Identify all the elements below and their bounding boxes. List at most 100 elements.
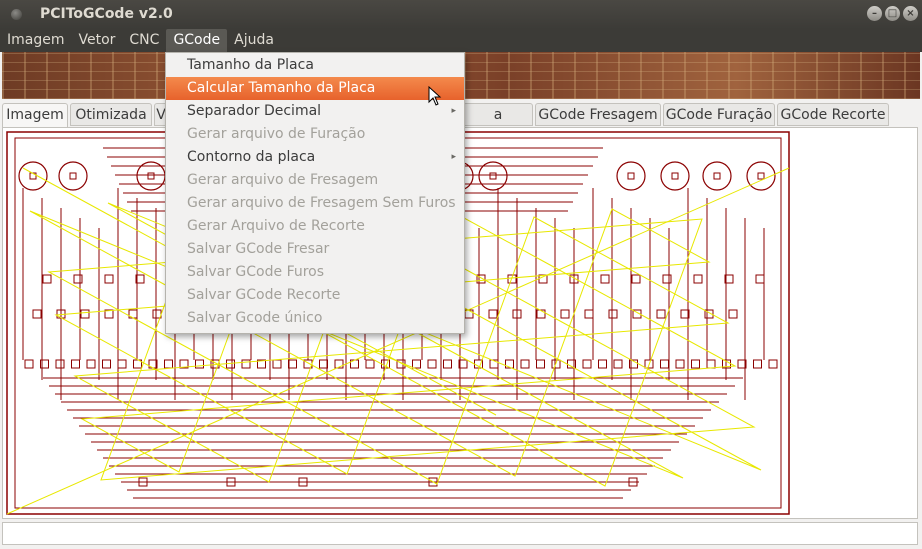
menu-item-gerar-arquivo-de-fresagem-sem-furos: Gerar arquivo de Fresagem Sem Furos	[166, 192, 464, 215]
square-pad	[560, 309, 570, 319]
square-pad	[536, 309, 546, 319]
square-pad	[755, 274, 765, 284]
submenu-arrow-icon: ▸	[451, 106, 456, 116]
square-pad	[675, 359, 685, 369]
square-pad	[582, 359, 592, 369]
menu-item-salvar-gcode-furos: Salvar GCode Furos	[166, 261, 464, 284]
square-pad	[24, 359, 34, 369]
tab-furacao[interactable]: a Furaçao	[463, 103, 533, 146]
square-pad	[662, 274, 672, 284]
square-pad	[536, 359, 545, 369]
menu-item-label: Gerar arquivo de Fresagem	[187, 172, 379, 188]
tab-imagem[interactable]: Imagem	[2, 103, 68, 128]
menu-item-gerar-arquivo-de-recorte: Gerar Arquivo de Recorte	[166, 215, 464, 238]
square-pad	[272, 359, 282, 369]
square-pad	[365, 359, 375, 369]
gcode-dropdown-menu: Tamanho da Placa Calcular Tamanho da Plac…	[165, 52, 465, 334]
pad-hole	[147, 172, 155, 180]
square-pad	[691, 359, 700, 369]
menu-item-contorno-da-placa[interactable]: Contorno da placa ▸	[166, 146, 464, 169]
square-pad	[753, 359, 762, 369]
status-bar	[2, 522, 918, 545]
square-pad	[55, 359, 65, 369]
tab-gcode-recorte[interactable]: GCode Recorte	[777, 103, 889, 126]
square-pad	[660, 359, 669, 369]
square-pad	[706, 359, 716, 369]
pad-hole	[627, 172, 635, 180]
menu-item-label: Separador Decimal	[187, 103, 322, 119]
menu-item-label: Salvar GCode Recorte	[187, 287, 341, 303]
square-pad	[73, 274, 83, 284]
square-pad	[102, 359, 111, 369]
square-pad	[319, 359, 328, 369]
square-pad	[656, 309, 666, 319]
square-pad	[693, 274, 703, 284]
square-pad	[584, 309, 594, 319]
square-pad	[412, 359, 421, 369]
square-pad	[631, 274, 641, 284]
square-pad	[728, 309, 738, 319]
menu-item-label: Salvar GCode Fresar	[187, 241, 330, 257]
square-pad	[117, 359, 127, 369]
minimize-icon[interactable]: –	[867, 6, 882, 21]
menu-gcode[interactable]: GCode	[166, 29, 228, 52]
square-pad	[613, 359, 623, 369]
square-pad	[32, 309, 42, 319]
tab-gcode-fresagem[interactable]: GCode Fresagem	[535, 103, 661, 126]
menu-ajuda[interactable]: Ajuda	[227, 29, 281, 52]
square-pad	[195, 359, 204, 369]
menu-item-gerar-arquivo-de-furacao: Gerar arquivo de Furação	[166, 123, 464, 146]
square-pad	[42, 274, 52, 284]
menu-imagem[interactable]: Imagem	[0, 29, 71, 52]
menu-item-label: Tamanho da Placa	[187, 57, 314, 73]
square-pad	[488, 309, 498, 319]
menu-item-label: Gerar Arquivo de Recorte	[187, 218, 365, 234]
menu-item-gerar-arquivo-de-fresagem: Gerar arquivo de Fresagem	[166, 169, 464, 192]
square-pad	[600, 274, 610, 284]
square-pad	[86, 359, 96, 369]
menu-item-label: Gerar arquivo de Fresagem Sem Furos	[187, 195, 456, 211]
square-pad	[427, 359, 437, 369]
square-pad	[164, 359, 173, 369]
pad-hole	[713, 172, 721, 180]
menu-bar: Imagem Vetor CNC GCode Ajuda	[0, 29, 922, 52]
mouse-cursor-icon	[428, 86, 442, 106]
tab-otimizada[interactable]: Otimizada	[70, 103, 152, 126]
close-icon[interactable]: ×	[903, 6, 918, 21]
menu-item-tamanho-da-placa[interactable]: Tamanho da Placa	[166, 54, 464, 77]
maximize-icon[interactable]: □	[885, 6, 900, 21]
menu-item-separador-decimal[interactable]: Separador Decimal ▸	[166, 100, 464, 123]
round-pad	[660, 161, 690, 191]
menu-item-calcular-tamanho-da-placa[interactable]: Calcular Tamanho da Placa	[166, 77, 464, 100]
pad-hole	[757, 172, 765, 180]
menu-item-label: Salvar GCode Furos	[187, 264, 325, 280]
round-pad	[702, 161, 732, 191]
square-pad	[520, 359, 530, 369]
menu-item-label: Calcular Tamanho da Placa	[187, 80, 376, 96]
square-pad	[608, 309, 618, 319]
pad-hole	[489, 172, 497, 180]
menu-item-salvar-gcode-recorte: Salvar GCode Recorte	[166, 284, 464, 307]
square-pad	[768, 359, 778, 369]
menu-item-label: Gerar arquivo de Furação	[187, 126, 366, 142]
square-pad	[104, 274, 114, 284]
square-pad	[443, 359, 452, 369]
pad-hole	[69, 172, 77, 180]
menu-vetor[interactable]: Vetor	[71, 29, 122, 52]
submenu-arrow-icon: ▸	[451, 152, 456, 162]
tab-gcode-furacao[interactable]: GCode Furação	[663, 103, 775, 126]
menu-cnc[interactable]: CNC	[122, 29, 166, 52]
square-pad	[598, 359, 607, 369]
round-pad	[18, 161, 48, 191]
round-pad	[616, 161, 646, 191]
window-menu-icon[interactable]	[11, 9, 22, 20]
menu-item-label: Contorno da placa	[187, 149, 316, 165]
menu-item-salvar-gcode-unico: Salvar Gcode único	[166, 307, 464, 330]
square-pad	[288, 359, 297, 369]
round-pad	[58, 161, 88, 191]
square-pad	[80, 309, 90, 319]
window-title: PCIToGCode v2.0	[40, 6, 173, 22]
title-bar: PCIToGCode v2.0 – □ ×	[0, 0, 922, 29]
menu-item-label: Salvar Gcode único	[187, 310, 323, 326]
menu-item-salvar-gcode-fresar: Salvar GCode Fresar	[166, 238, 464, 261]
